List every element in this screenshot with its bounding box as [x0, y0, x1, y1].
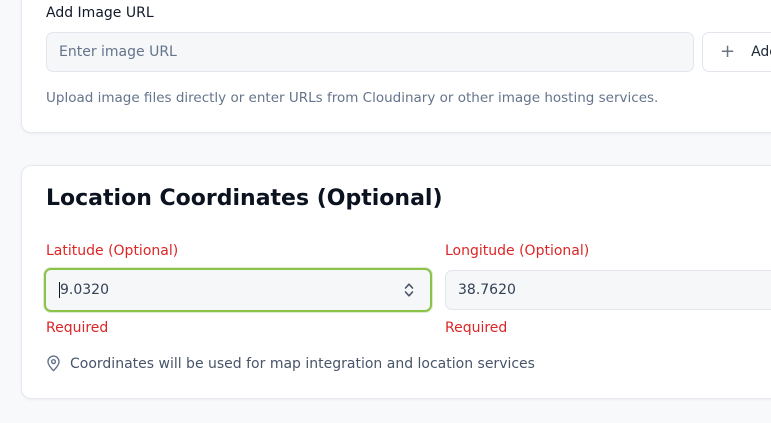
longitude-value: 38.7620	[458, 282, 516, 298]
add-button-label: Add	[751, 44, 771, 60]
number-stepper-icon[interactable]	[404, 281, 414, 299]
coordinates-info: Coordinates will be used for map integra…	[46, 355, 535, 372]
map-pin-icon	[47, 355, 60, 372]
longitude-input[interactable]: 38.7620	[445, 270, 771, 310]
longitude-error: Required	[445, 320, 508, 336]
latitude-error: Required	[46, 320, 109, 336]
longitude-label: Longitude (Optional)	[445, 243, 590, 259]
latitude-value: 9.0320	[60, 282, 109, 298]
image-helper-text: Upload image files directly or enter URL…	[46, 90, 659, 106]
coordinates-info-text: Coordinates will be used for map integra…	[70, 355, 535, 372]
latitude-input[interactable]: 9.0320	[44, 268, 432, 312]
plus-icon: +	[720, 41, 736, 62]
location-section-title: Location Coordinates (Optional)	[46, 186, 443, 211]
add-image-button[interactable]: + Add	[702, 32, 771, 72]
add-image-url-label: Add Image URL	[46, 5, 154, 21]
latitude-label: Latitude (Optional)	[46, 243, 179, 259]
image-url-input[interactable]	[46, 32, 694, 72]
